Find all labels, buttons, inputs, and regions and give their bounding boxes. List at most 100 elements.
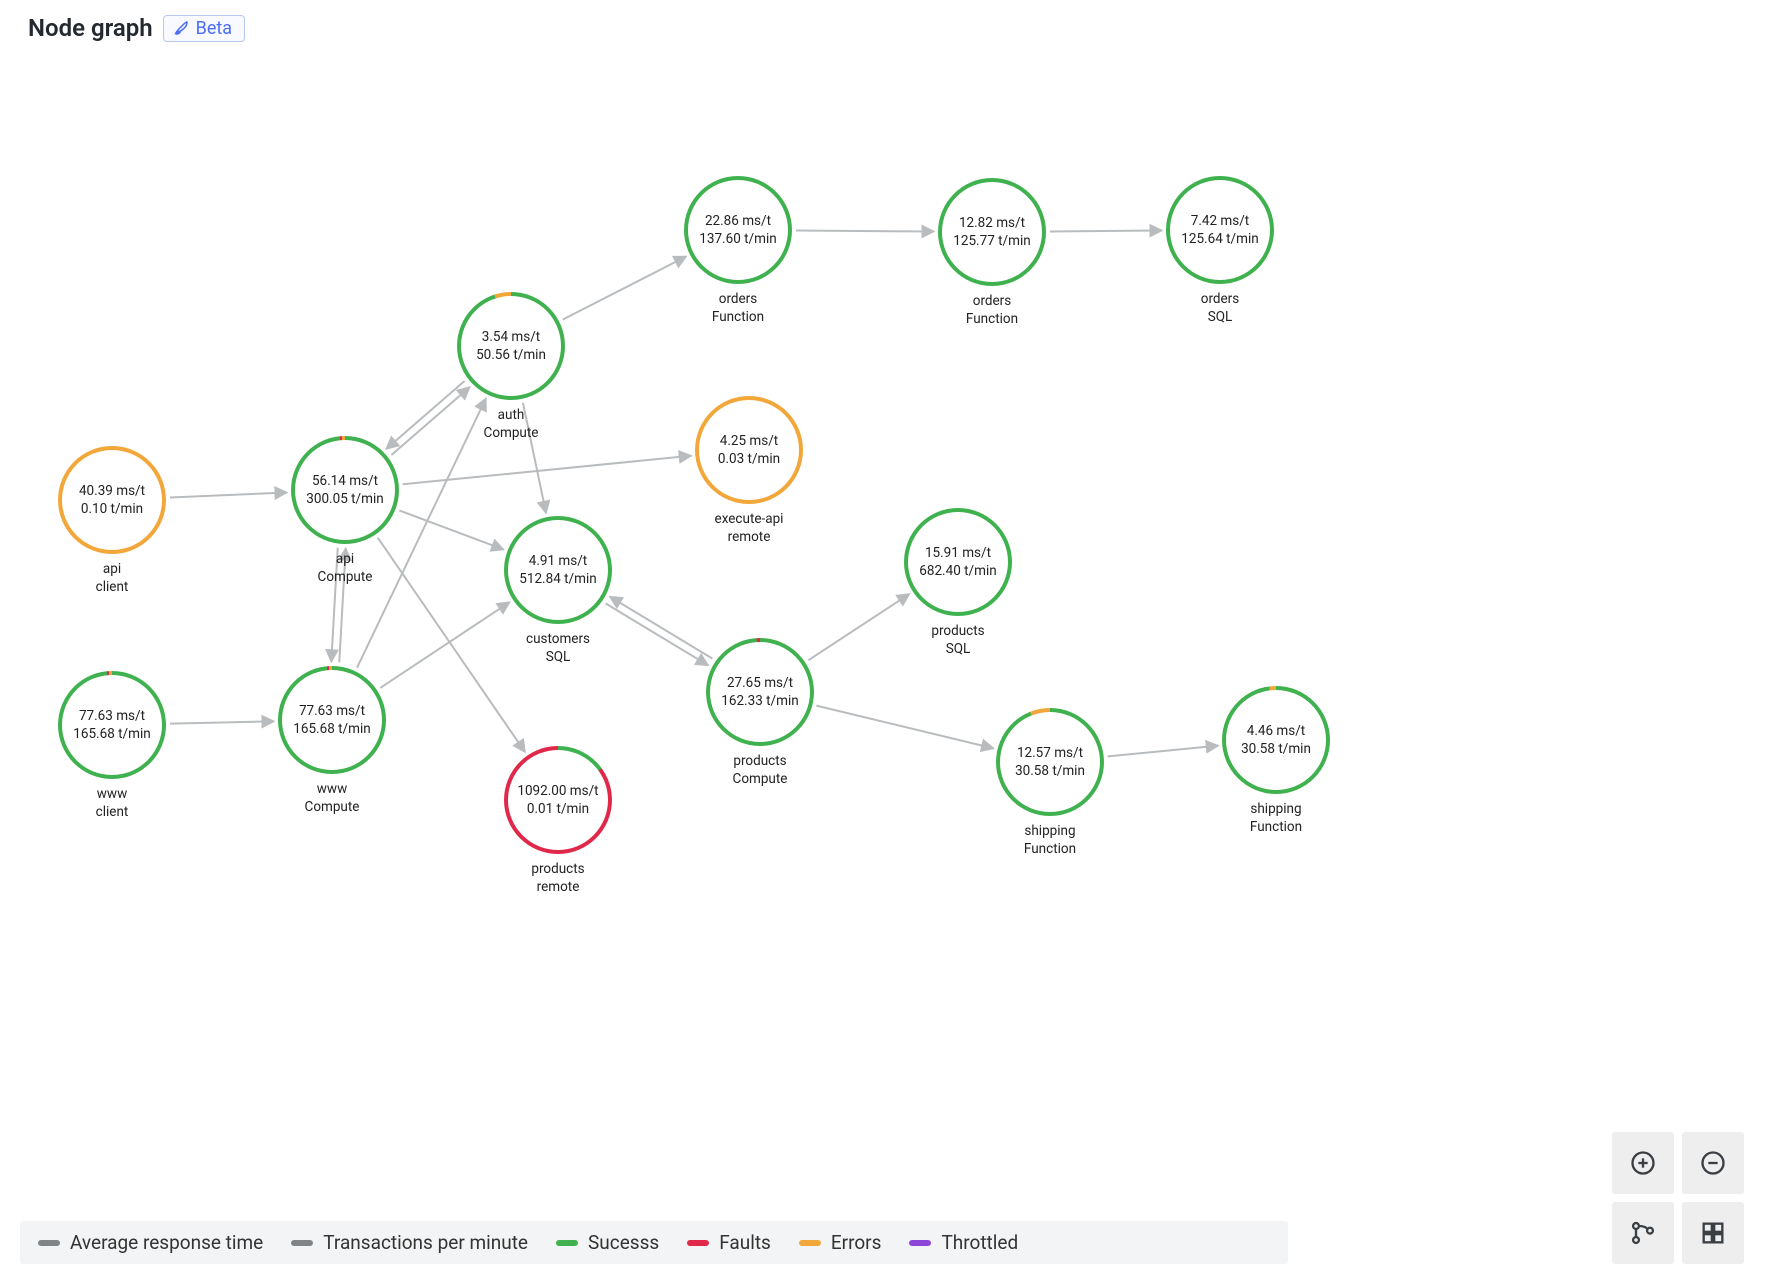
legend-item: Faults bbox=[687, 1231, 771, 1254]
node-name: auth bbox=[457, 406, 565, 424]
node-metric-throughput: 165.68 t/min bbox=[73, 725, 150, 743]
node-products-remote[interactable]: 1092.00 ms/t0.01 t/min productsremote bbox=[504, 746, 612, 896]
node-metric-latency: 77.63 ms/t bbox=[293, 702, 370, 720]
node-layer[interactable]: 40.39 ms/t0.10 t/minapiclient77.63 ms/t1… bbox=[0, 0, 1768, 1288]
node-metrics: 4.25 ms/t0.03 t/min bbox=[718, 432, 780, 468]
node-type: client bbox=[58, 578, 166, 596]
node-products-compute[interactable]: 27.65 ms/t162.33 t/minproductsCompute bbox=[706, 638, 814, 788]
node-name: api bbox=[58, 560, 166, 578]
node-www-compute[interactable]: 77.63 ms/t165.68 t/min wwwCompute bbox=[278, 666, 386, 816]
node-execapi-remote[interactable]: 4.25 ms/t0.03 t/min execute-apiremote bbox=[695, 396, 803, 546]
node-metric-throughput: 30.58 t/min bbox=[1241, 740, 1311, 758]
legend-label: Average response time bbox=[70, 1231, 263, 1254]
node-metric-latency: 27.65 ms/t bbox=[721, 674, 798, 692]
node-metric-latency: 15.91 ms/t bbox=[919, 544, 996, 562]
legend-item: Transactions per minute bbox=[291, 1231, 528, 1254]
grid-icon bbox=[1699, 1219, 1727, 1247]
node-caption: ordersSQL bbox=[1166, 290, 1274, 326]
node-metrics: 56.14 ms/t300.05 t/min bbox=[306, 472, 383, 508]
node-metrics: 7.42 ms/t125.64 t/min bbox=[1181, 212, 1258, 248]
node-ring: 40.39 ms/t0.10 t/min bbox=[58, 446, 166, 554]
node-metrics: 12.82 ms/t125.77 t/min bbox=[953, 214, 1030, 250]
node-name: orders bbox=[1166, 290, 1274, 308]
node-metric-throughput: 512.84 t/min bbox=[519, 570, 596, 588]
node-metric-throughput: 0.01 t/min bbox=[517, 800, 598, 818]
node-ring: 77.63 ms/t165.68 t/min bbox=[278, 666, 386, 774]
node-caption: execute-apiremote bbox=[695, 510, 803, 546]
node-name: api bbox=[291, 550, 399, 568]
node-name: www bbox=[278, 780, 386, 798]
node-api-compute[interactable]: 56.14 ms/t300.05 t/min apiCompute bbox=[291, 436, 399, 586]
node-customers-sql[interactable]: 4.91 ms/t512.84 t/mincustomersSQL bbox=[504, 516, 612, 666]
node-metric-latency: 4.46 ms/t bbox=[1241, 722, 1311, 740]
legend-item: Sucesss bbox=[556, 1231, 659, 1254]
node-type: client bbox=[58, 803, 166, 821]
node-type: Function bbox=[996, 840, 1104, 858]
node-shipping-fn-2[interactable]: 4.46 ms/t30.58 t/minshippingFunction bbox=[1222, 686, 1330, 836]
node-ring: 12.57 ms/t30.58 t/min bbox=[996, 708, 1104, 816]
node-metric-throughput: 300.05 t/min bbox=[306, 490, 383, 508]
node-metric-latency: 56.14 ms/t bbox=[306, 472, 383, 490]
node-type: Compute bbox=[457, 424, 565, 442]
node-name: products bbox=[504, 860, 612, 878]
node-name: www bbox=[58, 785, 166, 803]
node-metric-latency: 12.57 ms/t bbox=[1015, 744, 1085, 762]
legend-item: Throttled bbox=[909, 1231, 1018, 1254]
node-orders-sql[interactable]: 7.42 ms/t125.64 t/min ordersSQL bbox=[1166, 176, 1274, 326]
node-api-client[interactable]: 40.39 ms/t0.10 t/min apiclient bbox=[58, 446, 166, 596]
legend-label: Throttled bbox=[941, 1231, 1018, 1254]
node-type: Compute bbox=[278, 798, 386, 816]
legend-swatch bbox=[291, 1240, 313, 1246]
node-ring: 1092.00 ms/t0.01 t/min bbox=[504, 746, 612, 854]
node-products-sql[interactable]: 15.91 ms/t682.40 t/min productsSQL bbox=[904, 508, 1012, 658]
node-name: customers bbox=[504, 630, 612, 648]
node-type: Compute bbox=[291, 568, 399, 586]
legend-label: Transactions per minute bbox=[323, 1231, 528, 1254]
node-caption: authCompute bbox=[457, 406, 565, 442]
node-metrics: 22.86 ms/t137.60 t/min bbox=[699, 212, 776, 248]
node-metrics: 40.39 ms/t0.10 t/min bbox=[79, 482, 145, 518]
node-metrics: 77.63 ms/t165.68 t/min bbox=[73, 707, 150, 743]
node-metric-latency: 1092.00 ms/t bbox=[517, 782, 598, 800]
node-name: shipping bbox=[996, 822, 1104, 840]
node-ring: 15.91 ms/t682.40 t/min bbox=[904, 508, 1012, 616]
legend-swatch bbox=[38, 1240, 60, 1246]
node-metrics: 4.46 ms/t30.58 t/min bbox=[1241, 722, 1311, 758]
zoom-out-button[interactable] bbox=[1682, 1132, 1744, 1194]
legend-label: Faults bbox=[719, 1231, 771, 1254]
zoom-in-button[interactable] bbox=[1612, 1132, 1674, 1194]
node-ring: 4.91 ms/t512.84 t/min bbox=[504, 516, 612, 624]
node-ring: 3.54 ms/t50.56 t/min bbox=[457, 292, 565, 400]
node-orders-fn-2[interactable]: 12.82 ms/t125.77 t/minordersFunction bbox=[938, 178, 1046, 328]
layout-grid-button[interactable] bbox=[1682, 1202, 1744, 1264]
legend: Average response time Transactions per mi… bbox=[20, 1221, 1288, 1264]
node-metric-latency: 7.42 ms/t bbox=[1181, 212, 1258, 230]
node-metric-latency: 40.39 ms/t bbox=[79, 482, 145, 500]
node-shipping-fn-1[interactable]: 12.57 ms/t30.58 t/min shippingFunction bbox=[996, 708, 1104, 858]
node-metric-throughput: 0.03 t/min bbox=[718, 450, 780, 468]
node-ring: 4.46 ms/t30.58 t/min bbox=[1222, 686, 1330, 794]
node-caption: wwwCompute bbox=[278, 780, 386, 816]
node-metrics: 4.91 ms/t512.84 t/min bbox=[519, 552, 596, 588]
node-type: SQL bbox=[1166, 308, 1274, 326]
node-caption: productsCompute bbox=[706, 752, 814, 788]
legend-label: Sucesss bbox=[588, 1231, 659, 1254]
node-caption: ordersFunction bbox=[684, 290, 792, 326]
branch-icon bbox=[1629, 1219, 1657, 1247]
node-type: remote bbox=[504, 878, 612, 896]
node-type: Function bbox=[938, 310, 1046, 328]
node-ring: 22.86 ms/t137.60 t/min bbox=[684, 176, 792, 284]
minus-circle-icon bbox=[1699, 1149, 1727, 1177]
node-ring: 4.25 ms/t0.03 t/min bbox=[695, 396, 803, 504]
node-name: orders bbox=[684, 290, 792, 308]
node-orders-fn-1[interactable]: 22.86 ms/t137.60 t/min ordersFunction bbox=[684, 176, 792, 326]
node-caption: productsSQL bbox=[904, 622, 1012, 658]
node-name: products bbox=[706, 752, 814, 770]
node-auth-compute[interactable]: 3.54 ms/t50.56 t/min authCompute bbox=[457, 292, 565, 442]
node-type: Function bbox=[1222, 818, 1330, 836]
node-name: products bbox=[904, 622, 1012, 640]
node-www-client[interactable]: 77.63 ms/t165.68 t/min wwwclient bbox=[58, 671, 166, 821]
node-caption: apiclient bbox=[58, 560, 166, 596]
node-metric-throughput: 50.56 t/min bbox=[476, 346, 546, 364]
layout-tree-button[interactable] bbox=[1612, 1202, 1674, 1264]
